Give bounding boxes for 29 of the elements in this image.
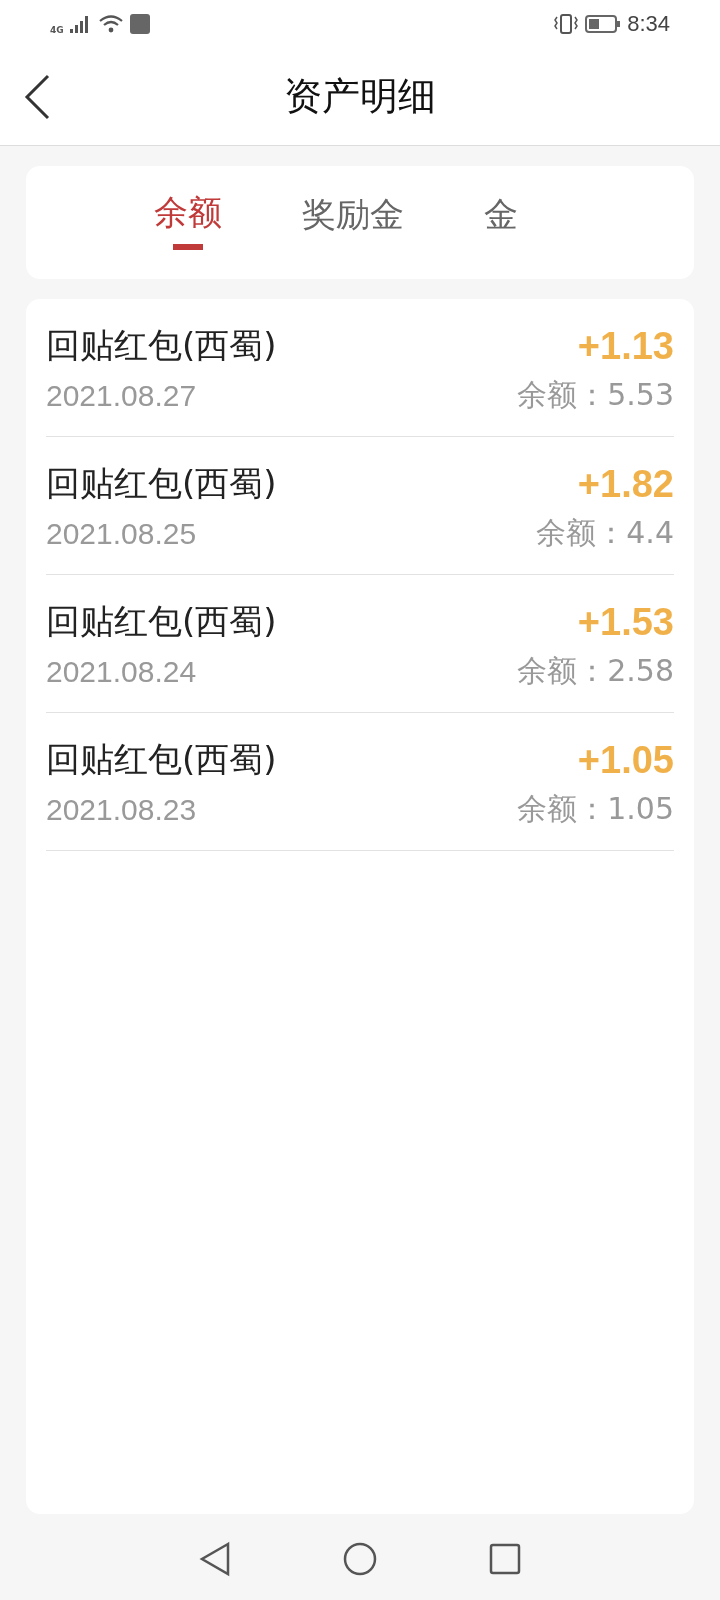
record-title: 回贴红包(西蜀) [46,462,277,505]
record-title: 回贴红包(西蜀) [46,600,277,643]
record-balance: 余额：2.58 [517,652,674,690]
record-date: 2021.08.24 [46,654,197,689]
back-icon[interactable] [24,74,50,120]
record-date: 2021.08.27 [46,378,197,413]
network-type: 4G [50,25,64,35]
clock-time: 8:34 [627,11,670,37]
page-title: 资产明细 [284,73,436,120]
record-amount: +1.13 [577,324,674,368]
wifi-icon [97,14,124,34]
app-badge-icon [129,14,150,34]
record-title: 回贴红包(西蜀) [46,738,277,781]
record-amount: +1.05 [577,738,674,782]
record-date: 2021.08.25 [46,516,197,551]
vibrate-icon [553,13,580,35]
record-balance: 余额：5.53 [517,376,674,414]
record-amount: +1.82 [577,462,674,506]
tab[interactable]: 金 [484,191,518,254]
record-balance: 余额：4.4 [536,514,674,552]
record-title: 回贴红包(西蜀) [46,324,277,367]
back-nav-icon[interactable] [198,1541,232,1577]
recents-nav-icon[interactable] [488,1542,522,1576]
battery-icon [585,14,622,34]
record-balance: 余额：1.05 [517,790,674,828]
tab[interactable]: 奖励金 [302,191,404,254]
record-amount: +1.53 [577,600,674,644]
record-date: 2021.08.23 [46,792,197,827]
home-nav-icon[interactable] [342,1541,378,1577]
